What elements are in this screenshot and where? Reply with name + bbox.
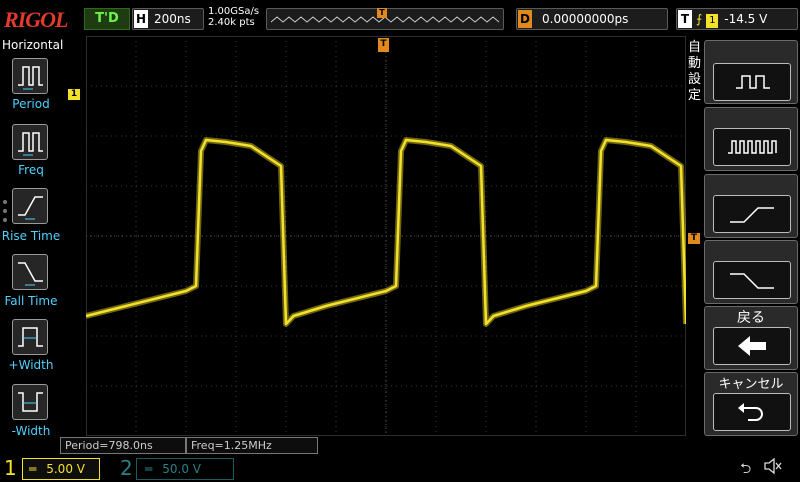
period-button[interactable]: [12, 58, 48, 94]
trigger-tag: T: [678, 10, 692, 28]
auto-setup-title: 自動設定: [688, 40, 702, 103]
falling-edge-button[interactable]: [713, 261, 791, 299]
status-icons-area: ⮌: [700, 452, 800, 480]
back-button[interactable]: [713, 327, 791, 365]
rise-time-label: Rise Time: [1, 229, 61, 243]
channel-2-scale[interactable]: ═ 50.0 V: [136, 458, 234, 480]
auto-single-cycle-softkey[interactable]: [704, 107, 798, 171]
dc-coupling-icon: ═: [29, 462, 37, 476]
auto-falling-edge-softkey[interactable]: [704, 240, 798, 304]
positive-width-icon: [18, 327, 43, 347]
channel-2-scale-value: 50.0 V: [162, 462, 201, 476]
auto-rising-edge-softkey[interactable]: [704, 174, 798, 238]
positive-width-label: +Width: [8, 358, 54, 372]
horizontal-timebase[interactable]: H 200ns: [132, 8, 204, 30]
speaker-muted-icon[interactable]: [762, 456, 782, 476]
menu-title: Horizontal: [2, 38, 64, 52]
sample-rate: 1.00GSa/s: [208, 6, 260, 17]
negative-width-icon: [18, 392, 43, 412]
brand-logo: RIGOL: [4, 7, 68, 32]
acquisition-info: 1.00GSa/s 2.40k pts: [208, 6, 259, 28]
back-label: 戻る: [737, 310, 765, 326]
fall-time-label: Fall Time: [4, 294, 58, 308]
back-arrow-icon: [738, 336, 766, 356]
rising-edge-icon: ⨍: [696, 12, 703, 26]
memory-depth: 2.40k pts: [208, 17, 255, 28]
waveform-graticule: [85, 35, 689, 437]
usb-icon: ⮌: [740, 461, 752, 477]
memory-position-bar: T: [266, 8, 504, 30]
fall-time-icon: [18, 262, 43, 286]
period-label: Period: [12, 97, 50, 111]
waveform-display[interactable]: [85, 35, 689, 437]
auto-multi-cycle-softkey[interactable]: [704, 40, 798, 104]
period-measurement: Period=798.0ns: [60, 437, 186, 454]
page-indicator-dot: [3, 218, 7, 222]
back-softkey[interactable]: 戻る: [704, 306, 798, 370]
period-measure-icon: [18, 66, 43, 90]
channel-2-number[interactable]: 2: [120, 456, 133, 480]
trigger-channel: 1: [706, 14, 719, 28]
trigger-level-marker[interactable]: T: [688, 233, 700, 244]
cancel-label: キャンセル: [718, 377, 784, 392]
trigger-time-marker[interactable]: T: [378, 38, 389, 52]
cancel-softkey[interactable]: キャンセル: [704, 372, 798, 436]
channel-1-scale[interactable]: ═ 5.00 V: [22, 458, 100, 480]
cancel-button[interactable]: [713, 393, 791, 431]
negative-width-label: -Width: [11, 424, 51, 438]
rise-time-icon: [18, 196, 43, 220]
channel-1-scale-value: 5.00 V: [46, 462, 85, 476]
negative-width-button[interactable]: [12, 384, 48, 420]
dc-coupling-icon: ═: [145, 462, 153, 476]
freq-label: Freq: [18, 163, 44, 177]
channel-1-number[interactable]: 1: [4, 456, 17, 480]
falling-edge-wave-icon: [730, 273, 774, 289]
fall-time-button[interactable]: [12, 254, 48, 290]
rising-edge-button[interactable]: [713, 195, 791, 233]
positive-width-button[interactable]: [12, 319, 48, 355]
trigger-position-marker: T: [377, 8, 387, 18]
delay-value: 0.00000000ps: [542, 12, 629, 26]
trigger-level: -14.5 V: [724, 12, 768, 26]
rise-time-button[interactable]: [12, 188, 48, 224]
delay-display[interactable]: D 0.00000000ps: [516, 8, 668, 30]
freq-measurement: Freq=1.25MHz: [186, 437, 318, 454]
single-cycle-button[interactable]: [713, 128, 791, 166]
trigger-display[interactable]: T ⨍ 1 -14.5 V: [676, 8, 798, 30]
channel-1-offset-marker[interactable]: 1: [68, 89, 80, 100]
timebase-value: 200ns: [154, 12, 191, 26]
page-indicator-dot: [3, 209, 7, 213]
multi-cycle-icon: [736, 75, 770, 89]
freq-button[interactable]: [12, 124, 48, 160]
single-cycle-icon: [728, 140, 777, 154]
horizontal-tag: H: [134, 10, 148, 28]
frequency-measure-icon: [18, 132, 43, 156]
rising-edge-wave-icon: [730, 207, 774, 223]
run-status-indicator[interactable]: T'D: [84, 8, 130, 30]
undo-icon: [738, 403, 763, 421]
multi-cycle-button[interactable]: [713, 63, 791, 101]
page-indicator-dot: [3, 200, 7, 204]
delay-tag: D: [518, 10, 532, 28]
